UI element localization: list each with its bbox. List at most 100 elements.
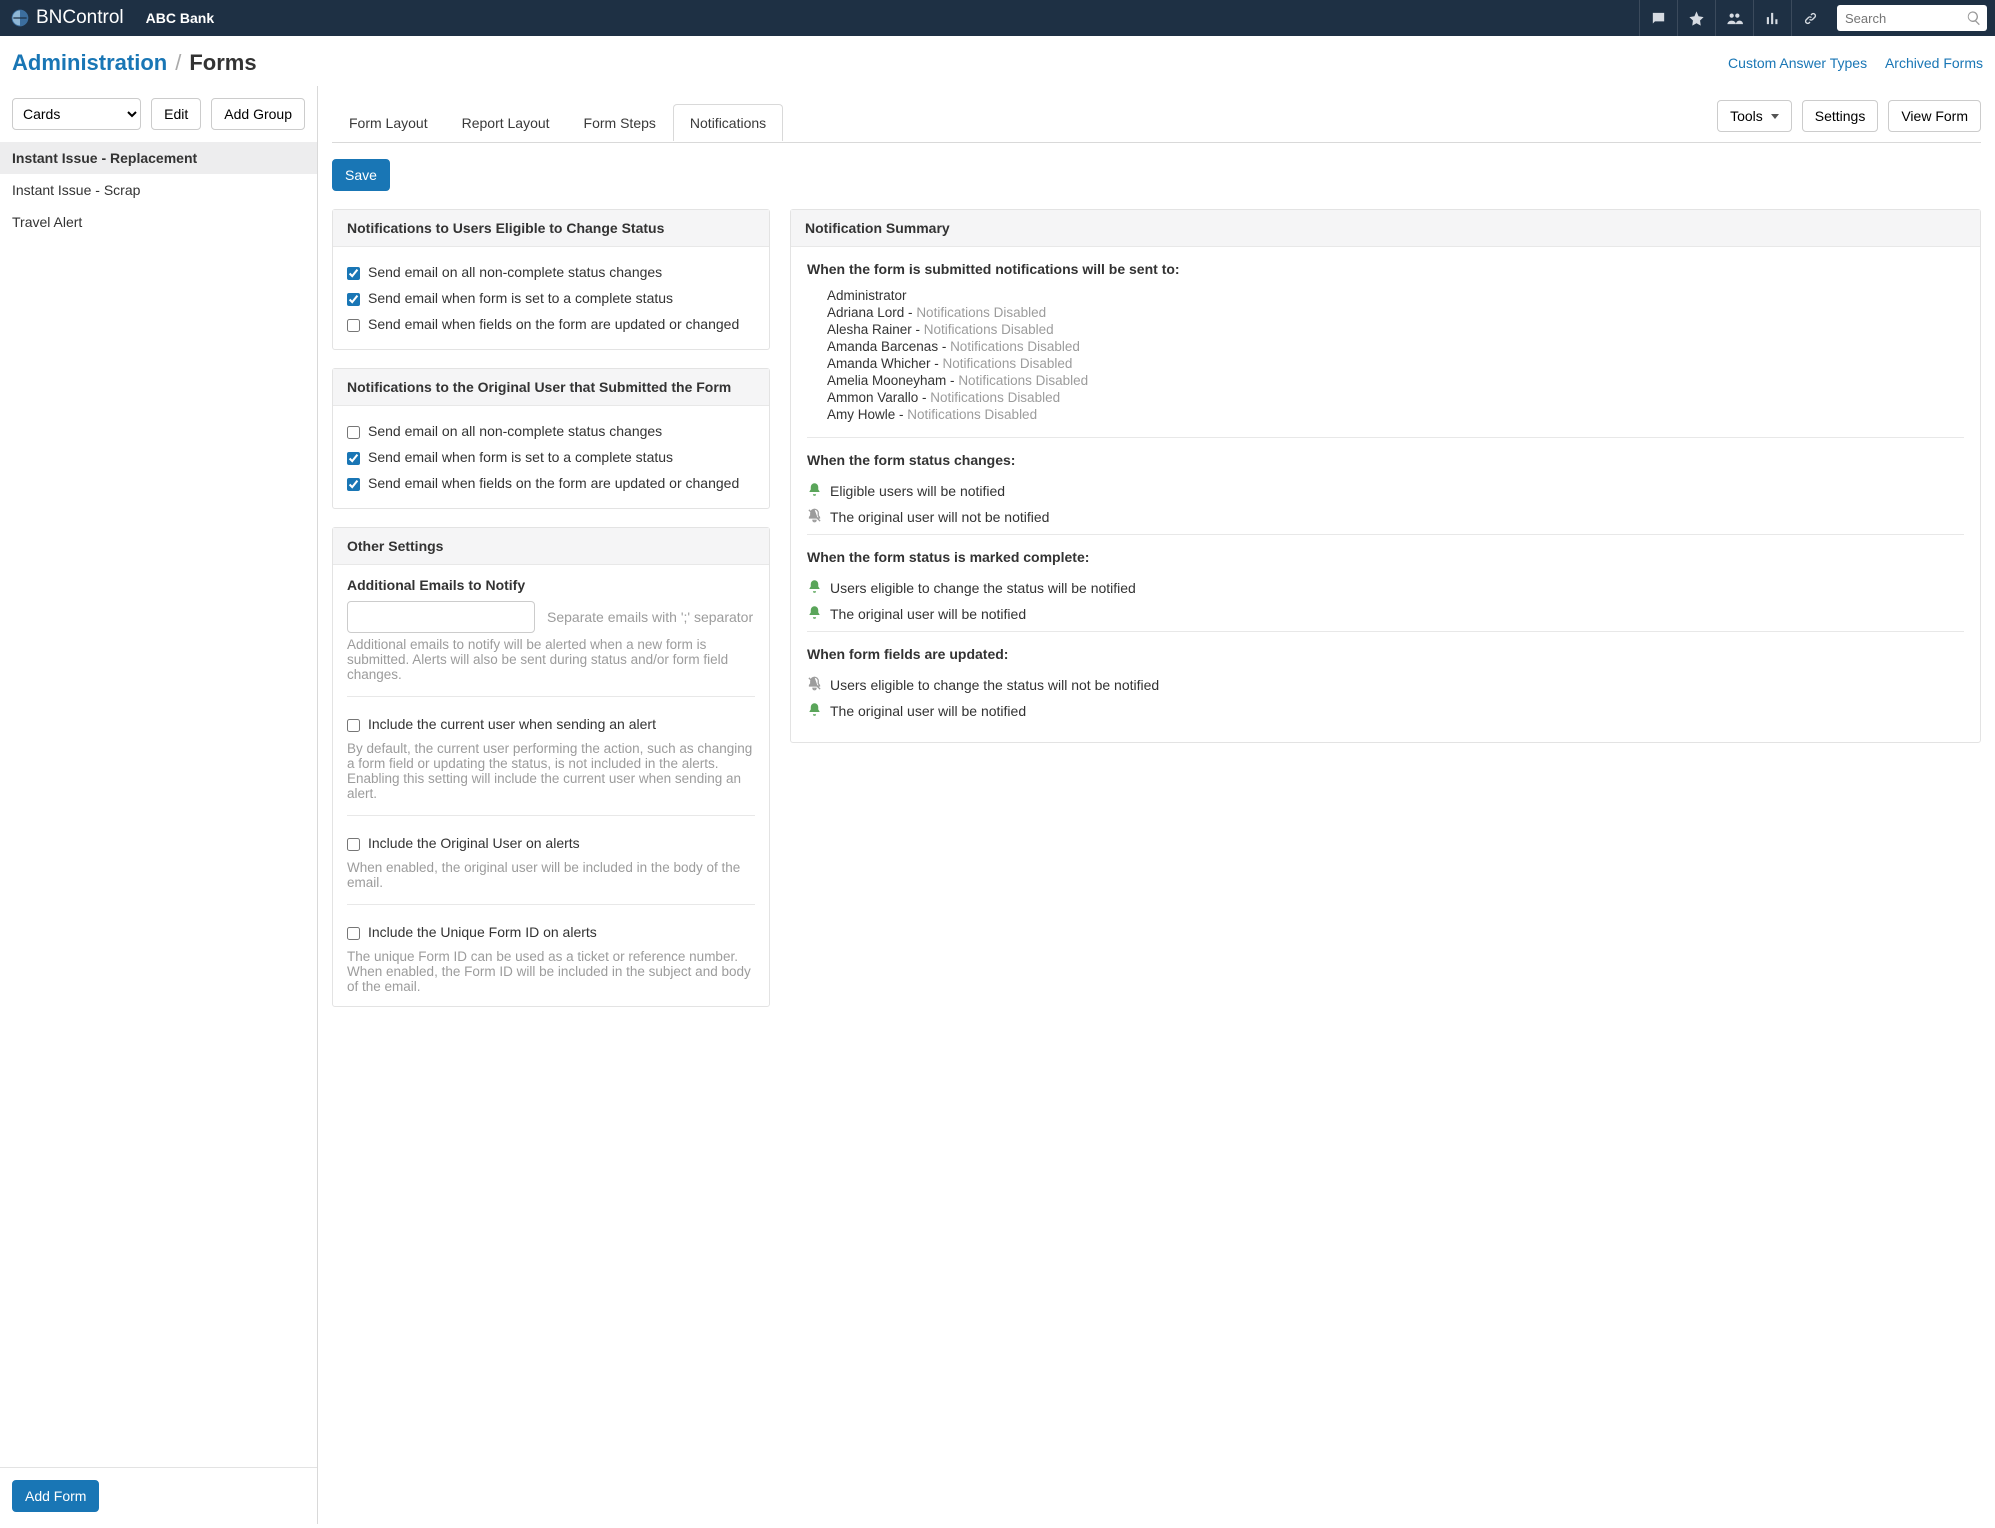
summary-user-item: Amanda Barcenas - Notifications Disabled	[827, 338, 1964, 355]
summary-fields-line1: Users eligible to change the status will…	[830, 677, 1159, 693]
tab-form-layout[interactable]: Form Layout	[332, 104, 445, 141]
chk-include-form-id-label: Include the Unique Form ID on alerts	[368, 924, 597, 940]
summary-complete-line1: Users eligible to change the status will…	[830, 580, 1136, 596]
search-icon	[1966, 10, 1982, 26]
settings-button[interactable]: Settings	[1802, 100, 1879, 132]
chevron-down-icon	[1771, 114, 1779, 119]
search-input[interactable]	[1837, 11, 1987, 26]
summary-user-item: Amanda Whicher - Notifications Disabled	[827, 355, 1964, 372]
chk-eligible-complete-label: Send email when form is set to a complet…	[368, 290, 673, 306]
page-header: Administration / Forms Custom Answer Typ…	[0, 36, 1995, 86]
summary-sent-to-heading: When the form is submitted notifications…	[807, 261, 1964, 277]
summary-fields-heading: When form fields are updated:	[807, 646, 1964, 662]
chk-orig-noncomplete[interactable]	[347, 426, 360, 439]
additional-emails-hint: Separate emails with ';' separator	[547, 609, 753, 625]
nav-favorites-button[interactable]	[1677, 0, 1715, 36]
chk-orig-complete-label: Send email when form is set to a complet…	[368, 449, 673, 465]
panel-original-user: Notifications to the Original User that …	[332, 368, 770, 509]
summary-user-item: Ammon Varallo - Notifications Disabled	[827, 389, 1964, 406]
tools-dropdown[interactable]: Tools	[1717, 100, 1792, 132]
summary-status-heading: When the form status changes:	[807, 452, 1964, 468]
tab-form-steps[interactable]: Form Steps	[567, 104, 673, 141]
add-form-button[interactable]: Add Form	[12, 1480, 99, 1512]
top-navbar: BNControl ABC Bank	[0, 0, 1995, 36]
sidebar-item[interactable]: Travel Alert	[0, 206, 317, 238]
sidebar-item[interactable]: Instant Issue - Replacement	[0, 142, 317, 174]
chk-eligible-field-change-label: Send email when fields on the form are u…	[368, 316, 739, 332]
nav-users-button[interactable]	[1715, 0, 1753, 36]
panel-eligible-users-title: Notifications to Users Eligible to Chang…	[333, 210, 769, 247]
sidebar-item[interactable]: Instant Issue - Scrap	[0, 174, 317, 206]
link-icon	[1802, 10, 1819, 27]
tools-label: Tools	[1730, 108, 1763, 124]
chk-eligible-field-change[interactable]	[347, 319, 360, 332]
breadcrumb-separator: /	[175, 50, 181, 76]
sidebar-edit-button[interactable]: Edit	[151, 98, 201, 130]
chat-icon	[1650, 10, 1667, 27]
panel-other-settings: Other Settings Additional Emails to Noti…	[332, 527, 770, 1007]
summary-complete-heading: When the form status is marked complete:	[807, 549, 1964, 565]
panel-eligible-users: Notifications to Users Eligible to Chang…	[332, 209, 770, 350]
summary-fields-line2: The original user will be notified	[830, 703, 1026, 719]
content: Form Layout Report Layout Form Steps Not…	[318, 86, 1995, 1524]
tab-report-layout[interactable]: Report Layout	[445, 104, 567, 141]
additional-emails-help: Additional emails to notify will be aler…	[347, 637, 755, 682]
breadcrumb-administration[interactable]: Administration	[12, 50, 167, 76]
nav-links-button[interactable]	[1791, 0, 1829, 36]
summary-user-item: Alesha Rainer - Notifications Disabled	[827, 321, 1964, 338]
chk-include-current-user[interactable]	[347, 719, 360, 732]
bell-on-icon	[807, 702, 822, 720]
summary-user-item: Adriana Lord - Notifications Disabled	[827, 304, 1964, 321]
panel-original-user-title: Notifications to the Original User that …	[333, 369, 769, 406]
chk-eligible-noncomplete-label: Send email on all non-complete status ch…	[368, 264, 662, 280]
summary-user-item: Administrator	[827, 287, 1964, 304]
sidebar: Cards Edit Add Group Instant Issue - Rep…	[0, 86, 318, 1524]
nav-reports-button[interactable]	[1753, 0, 1791, 36]
bell-off-icon	[807, 676, 822, 694]
notification-summary-title: Notification Summary	[791, 210, 1980, 247]
summary-complete-line2: The original user will be notified	[830, 606, 1026, 622]
chk-include-original-user[interactable]	[347, 838, 360, 851]
chk-include-original-user-label: Include the Original User on alerts	[368, 835, 580, 851]
chk-orig-field-change-label: Send email when fields on the form are u…	[368, 475, 739, 491]
summary-user-list: AdministratorAdriana Lord - Notification…	[827, 287, 1964, 423]
link-archived-forms[interactable]: Archived Forms	[1885, 55, 1983, 71]
additional-emails-input[interactable]	[347, 601, 535, 633]
chk-orig-field-change[interactable]	[347, 478, 360, 491]
tab-row: Form Layout Report Layout Form Steps Not…	[332, 86, 1981, 143]
chk-eligible-noncomplete[interactable]	[347, 267, 360, 280]
breadcrumb-current: Forms	[189, 50, 256, 76]
chk-include-form-id[interactable]	[347, 927, 360, 940]
chart-icon	[1764, 10, 1781, 27]
summary-user-item: Amelia Mooneyham - Notifications Disable…	[827, 372, 1964, 389]
panel-other-settings-title: Other Settings	[333, 528, 769, 565]
users-icon	[1726, 10, 1743, 27]
include-current-user-help: By default, the current user performing …	[347, 741, 755, 801]
bell-off-icon	[807, 508, 822, 526]
chk-orig-complete[interactable]	[347, 452, 360, 465]
brand[interactable]: BNControl	[10, 7, 124, 29]
view-form-button[interactable]: View Form	[1888, 100, 1981, 132]
nav-chat-button[interactable]	[1639, 0, 1677, 36]
bell-on-icon	[807, 579, 822, 597]
tab-notifications[interactable]: Notifications	[673, 104, 783, 141]
additional-emails-label: Additional Emails to Notify	[347, 577, 755, 593]
global-search	[1837, 5, 1987, 31]
sidebar-add-group-button[interactable]: Add Group	[211, 98, 305, 130]
bell-on-icon	[807, 605, 822, 623]
chk-eligible-complete[interactable]	[347, 293, 360, 306]
brand-name: BNControl	[36, 7, 124, 29]
save-button[interactable]: Save	[332, 159, 390, 191]
include-form-id-help: The unique Form ID can be used as a tick…	[347, 949, 755, 994]
summary-status-line2: The original user will not be notified	[830, 509, 1049, 525]
include-original-user-help: When enabled, the original user will be …	[347, 860, 755, 890]
panel-notification-summary: Notification Summary When the form is su…	[790, 209, 1981, 743]
summary-user-item: Amy Howle - Notifications Disabled	[827, 406, 1964, 423]
link-custom-answer-types[interactable]: Custom Answer Types	[1728, 55, 1867, 71]
star-icon	[1688, 10, 1705, 27]
brand-logo-icon	[10, 8, 30, 28]
bank-name: ABC Bank	[146, 10, 214, 26]
sidebar-view-select[interactable]: Cards	[12, 98, 141, 130]
chk-include-current-user-label: Include the current user when sending an…	[368, 716, 656, 732]
chk-orig-noncomplete-label: Send email on all non-complete status ch…	[368, 423, 662, 439]
